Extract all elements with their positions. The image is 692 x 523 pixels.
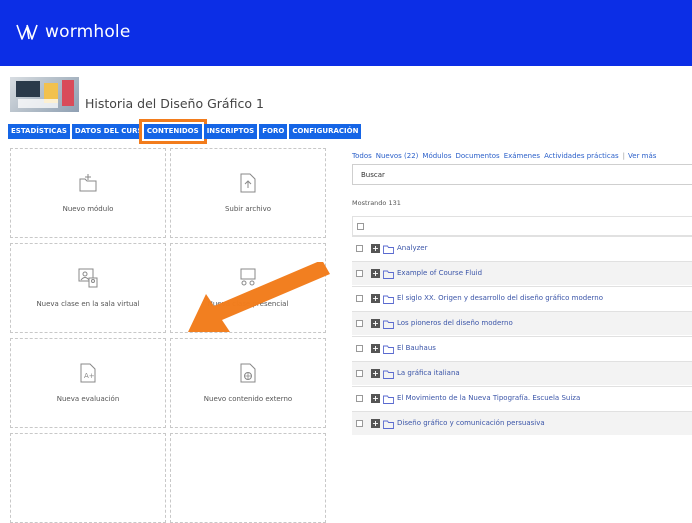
folder-icon bbox=[383, 420, 394, 429]
expand-icon[interactable]: + bbox=[371, 244, 380, 253]
folder-icon bbox=[383, 295, 394, 304]
expand-icon[interactable]: + bbox=[371, 394, 380, 403]
filter-ver-mas[interactable]: Ver más bbox=[628, 152, 656, 160]
course-title: Historia del Diseño Gráfico 1 bbox=[85, 96, 264, 111]
row-title[interactable]: Diseño gráfico y comunicación persuasiva bbox=[397, 419, 545, 427]
new-virtual-class-label: Nueva clase en la sala virtual bbox=[36, 300, 140, 308]
row-checkbox[interactable] bbox=[356, 270, 363, 277]
new-module-card[interactable]: Nuevo módulo bbox=[10, 148, 166, 238]
table-row[interactable]: + Diseño gráfico y comunicación persuasiv… bbox=[352, 411, 692, 435]
row-checkbox[interactable] bbox=[356, 370, 363, 377]
tab-estadisticas[interactable]: ESTADÍSTICAS bbox=[8, 124, 70, 139]
folder-icon bbox=[383, 395, 394, 404]
row-checkbox[interactable] bbox=[356, 320, 363, 327]
search-input[interactable]: Buscar bbox=[352, 164, 692, 185]
more-action-card[interactable] bbox=[10, 433, 166, 523]
tab-configuracion[interactable]: CONFIGURACIÓN bbox=[289, 124, 362, 139]
folder-icon bbox=[383, 370, 394, 379]
annotation-arrow-icon bbox=[188, 262, 330, 332]
row-title[interactable]: El Bauhaus bbox=[397, 344, 436, 352]
svg-text:A+: A+ bbox=[84, 372, 95, 380]
brand-name: wormhole bbox=[45, 22, 131, 42]
expand-icon[interactable]: + bbox=[371, 319, 380, 328]
table-row[interactable]: + El siglo XX. Origen y desarrollo del di… bbox=[352, 286, 692, 310]
tab-inscriptos[interactable]: INSCRIPTOS bbox=[203, 124, 258, 139]
new-external-content-label: Nuevo contenido externo bbox=[203, 395, 293, 403]
row-checkbox[interactable] bbox=[356, 295, 363, 302]
folder-icon bbox=[383, 270, 394, 279]
row-title[interactable]: El siglo XX. Origen y desarrollo del dis… bbox=[397, 294, 603, 302]
tab-datos-del-curso[interactable]: DATOS DEL CURSO bbox=[71, 124, 142, 139]
folder-plus-icon bbox=[79, 174, 97, 192]
tab-contenidos[interactable]: CONTENIDOS bbox=[138, 119, 207, 144]
expand-icon[interactable]: + bbox=[371, 344, 380, 353]
new-virtual-class-card[interactable]: Nueva clase en la sala virtual bbox=[10, 243, 166, 333]
folder-icon bbox=[383, 345, 394, 354]
course-thumbnail bbox=[10, 77, 79, 112]
virtual-class-icon bbox=[78, 268, 98, 288]
row-checkbox[interactable] bbox=[356, 420, 363, 427]
row-title[interactable]: Example of Course Fluid bbox=[397, 269, 482, 277]
filter-separator: | bbox=[622, 152, 626, 160]
tab-foro[interactable]: FORO bbox=[259, 124, 288, 139]
wormhole-logo-icon bbox=[16, 24, 38, 40]
table-row[interactable]: + Example of Course Fluid bbox=[352, 261, 692, 285]
row-title[interactable]: El Movimiento de la Nueva Tipografía. Es… bbox=[397, 394, 580, 402]
expand-icon[interactable]: + bbox=[371, 419, 380, 428]
course-tabs: ESTADÍSTICAS DATOS DEL CURSO CONTENIDOS … bbox=[8, 119, 363, 144]
table-row[interactable]: + Los pioneros del diseño moderno bbox=[352, 311, 692, 335]
row-title[interactable]: La gráfica italiana bbox=[397, 369, 460, 377]
showing-count: Mostrando 131 bbox=[352, 199, 401, 207]
more-action-card[interactable] bbox=[170, 433, 326, 523]
content-filters: Todos Nuevos (22) Módulos Documentos Exá… bbox=[352, 152, 660, 160]
upload-file-icon bbox=[240, 173, 256, 193]
table-row[interactable]: + La gráfica italiana bbox=[352, 361, 692, 385]
filter-documentos[interactable]: Documentos bbox=[455, 152, 499, 160]
filter-nuevos[interactable]: Nuevos (22) bbox=[376, 152, 419, 160]
filter-modulos[interactable]: Módulos bbox=[422, 152, 451, 160]
filter-todos[interactable]: Todos bbox=[352, 152, 372, 160]
table-row[interactable]: + El Bauhaus bbox=[352, 336, 692, 360]
expand-icon[interactable]: + bbox=[371, 269, 380, 278]
filter-actividades-practicas[interactable]: Actividades prácticas bbox=[544, 152, 619, 160]
expand-icon[interactable]: + bbox=[371, 369, 380, 378]
external-content-icon bbox=[240, 363, 256, 383]
filter-examenes[interactable]: Exámenes bbox=[504, 152, 540, 160]
table-row[interactable]: + El Movimiento de la Nueva Tipografía. E… bbox=[352, 386, 692, 410]
top-bar: wormhole bbox=[0, 0, 692, 66]
table-row[interactable]: + Analyzer bbox=[352, 236, 692, 260]
row-checkbox[interactable] bbox=[356, 395, 363, 402]
new-evaluation-card[interactable]: A+ Nueva evaluación bbox=[10, 338, 166, 428]
select-all-checkbox[interactable] bbox=[357, 222, 364, 230]
folder-icon bbox=[383, 320, 394, 329]
row-checkbox[interactable] bbox=[356, 245, 363, 252]
row-title[interactable]: Analyzer bbox=[397, 244, 427, 252]
new-module-label: Nuevo módulo bbox=[62, 205, 114, 213]
upload-file-card[interactable]: Subir archivo bbox=[170, 148, 326, 238]
evaluation-icon: A+ bbox=[80, 363, 96, 383]
new-evaluation-label: Nueva evaluación bbox=[56, 395, 120, 403]
row-checkbox[interactable] bbox=[356, 345, 363, 352]
expand-icon[interactable]: + bbox=[371, 294, 380, 303]
folder-icon bbox=[383, 245, 394, 254]
new-external-content-card[interactable]: Nuevo contenido externo bbox=[170, 338, 326, 428]
table-header bbox=[352, 216, 692, 236]
brand-logo[interactable]: wormhole bbox=[16, 22, 131, 42]
row-title[interactable]: Los pioneros del diseño moderno bbox=[397, 319, 513, 327]
upload-file-label: Subir archivo bbox=[224, 205, 272, 213]
